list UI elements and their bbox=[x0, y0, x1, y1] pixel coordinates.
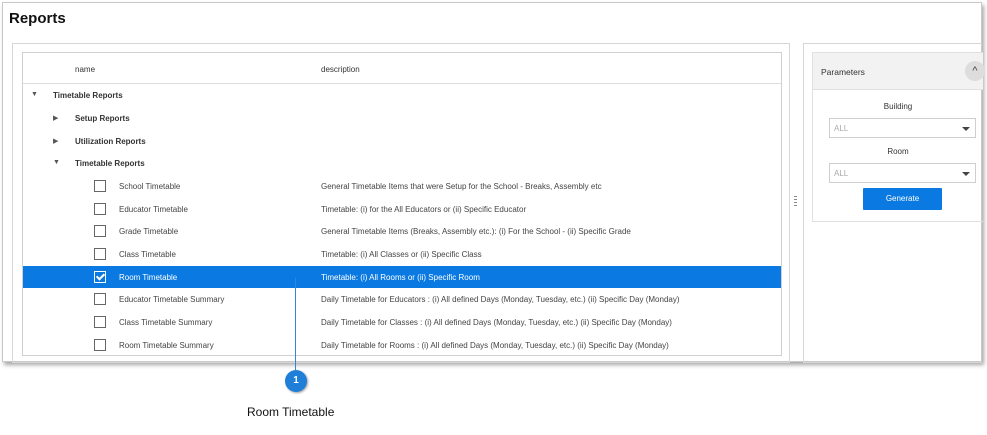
panel-splitter-handle[interactable] bbox=[794, 196, 797, 210]
report-row-grade-timetable[interactable]: Grade Timetable General Timetable Items … bbox=[23, 220, 781, 242]
expanded-caret-icon[interactable]: ▼ bbox=[31, 91, 38, 98]
report-row-school-timetable[interactable]: School Timetable General Timetable Items… bbox=[23, 175, 781, 197]
group-label: Timetable Reports bbox=[75, 159, 145, 168]
report-name: Grade Timetable bbox=[119, 227, 179, 236]
report-name: Room Timetable bbox=[119, 273, 178, 282]
row-checkbox[interactable] bbox=[94, 203, 106, 215]
report-description: Timetable: (i) for the All Educators or … bbox=[321, 205, 527, 214]
dropdown-arrow-icon bbox=[962, 127, 970, 131]
building-select[interactable]: ALL bbox=[829, 118, 976, 138]
generate-button[interactable]: Generate bbox=[863, 188, 942, 210]
tree-group-timetable-reports-sub[interactable]: ▼ Timetable Reports bbox=[23, 152, 781, 174]
parameters-panel: Parameters ^ Building ALL Room ALL Gener… bbox=[803, 43, 985, 363]
column-header-description[interactable]: description bbox=[321, 65, 360, 74]
row-checkbox[interactable] bbox=[94, 316, 106, 328]
row-checkbox[interactable] bbox=[94, 293, 106, 305]
report-name: School Timetable bbox=[119, 182, 181, 191]
tree-group-setup-reports[interactable]: ▶ Setup Reports bbox=[23, 107, 781, 129]
collapsed-caret-icon[interactable]: ▶ bbox=[53, 137, 58, 145]
grid-header: name description bbox=[23, 53, 781, 84]
report-row-educator-timetable-summary[interactable]: Educator Timetable Summary Daily Timetab… bbox=[23, 288, 781, 310]
room-select[interactable]: ALL bbox=[829, 163, 976, 183]
reports-window: Reports name description ▼ Timetable Rep… bbox=[2, 2, 985, 363]
tree-group-timetable-reports[interactable]: ▼ Timetable Reports bbox=[23, 84, 781, 106]
room-label: Room bbox=[887, 147, 909, 156]
parameters-box: Parameters ^ Building ALL Room ALL Gener… bbox=[812, 52, 985, 222]
building-select-value: ALL bbox=[834, 124, 849, 133]
row-checkbox[interactable] bbox=[94, 225, 106, 237]
callout-leader-line bbox=[295, 278, 296, 370]
collapsed-caret-icon[interactable]: ▶ bbox=[53, 114, 58, 122]
callout-label: Room Timetable bbox=[247, 405, 335, 419]
collapse-chevron-icon[interactable]: ^ bbox=[965, 61, 985, 81]
callout-badge: 1 bbox=[285, 370, 307, 392]
report-description: Daily Timetable for Educators : (i) All … bbox=[321, 295, 680, 304]
report-name: Educator Timetable Summary bbox=[119, 295, 225, 304]
report-row-educator-timetable[interactable]: Educator Timetable Timetable: (i) for th… bbox=[23, 198, 781, 220]
report-description: General Timetable Items that were Setup … bbox=[321, 182, 602, 191]
expanded-caret-icon[interactable]: ▼ bbox=[53, 159, 60, 166]
report-name: Class Timetable Summary bbox=[119, 318, 213, 327]
report-row-room-timetable-summary[interactable]: Room Timetable Summary Daily Timetable f… bbox=[23, 334, 781, 355]
group-label: Timetable Reports bbox=[53, 91, 123, 100]
row-checkbox-checked[interactable] bbox=[94, 271, 106, 283]
reports-tree-panel: name description ▼ Timetable Reports ▶ S… bbox=[12, 43, 790, 363]
parameters-header: Parameters ^ bbox=[813, 53, 985, 90]
report-name: Educator Timetable bbox=[119, 205, 188, 214]
parameters-title: Parameters bbox=[821, 67, 865, 77]
row-checkbox[interactable] bbox=[94, 339, 106, 351]
report-row-room-timetable[interactable]: Room Timetable Timetable: (i) All Rooms … bbox=[23, 266, 781, 288]
page-title: Reports bbox=[9, 10, 66, 27]
building-label: Building bbox=[883, 102, 913, 111]
tree-group-utilization-reports[interactable]: ▶ Utilization Reports bbox=[23, 130, 781, 152]
report-name: Room Timetable Summary bbox=[119, 341, 214, 350]
room-select-value: ALL bbox=[834, 169, 849, 178]
report-row-class-timetable[interactable]: Class Timetable Timetable: (i) All Class… bbox=[23, 243, 781, 265]
dropdown-arrow-icon bbox=[962, 172, 970, 176]
group-label: Utilization Reports bbox=[75, 137, 146, 146]
column-header-name[interactable]: name bbox=[75, 65, 95, 74]
report-row-class-timetable-summary[interactable]: Class Timetable Summary Daily Timetable … bbox=[23, 311, 781, 333]
group-label: Setup Reports bbox=[75, 114, 130, 123]
report-description: Timetable: (i) All Rooms or (ii) Specifi… bbox=[321, 273, 480, 282]
report-description: Daily Timetable for Classes : (i) All de… bbox=[321, 318, 672, 327]
row-checkbox[interactable] bbox=[94, 180, 106, 192]
reports-grid: name description ▼ Timetable Reports ▶ S… bbox=[22, 52, 782, 356]
report-description: General Timetable Items (Breaks, Assembl… bbox=[321, 227, 631, 236]
report-description: Daily Timetable for Rooms : (i) All defi… bbox=[321, 341, 669, 350]
report-name: Class Timetable bbox=[119, 250, 176, 259]
row-checkbox[interactable] bbox=[94, 248, 106, 260]
report-description: Timetable: (i) All Classes or (ii) Speci… bbox=[321, 250, 482, 259]
